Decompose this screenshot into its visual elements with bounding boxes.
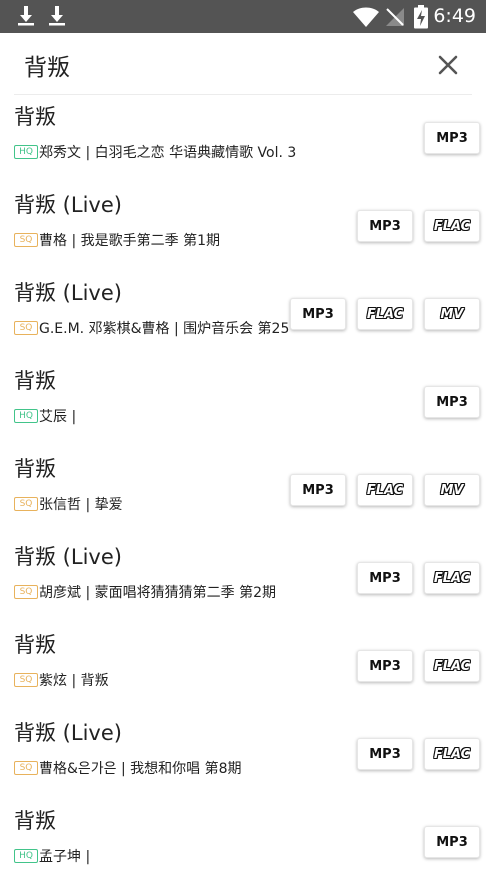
artist-album: 孟子坤 | bbox=[39, 849, 91, 865]
artist-album: 曹格 | 我是歌手第二季 第1期 bbox=[39, 233, 220, 249]
artist-album: 张信哲 | 挚爱 bbox=[39, 497, 123, 513]
download-buttons: MP3 FLAC bbox=[357, 562, 480, 594]
download-buttons: MP3 bbox=[424, 122, 480, 154]
quality-badge: HQ bbox=[14, 145, 38, 159]
download-buttons: MP3 bbox=[424, 386, 480, 418]
song-meta: HQ 艾辰 | bbox=[14, 407, 76, 425]
download-buttons: MP3 FLAC bbox=[357, 650, 480, 682]
flac-button[interactable]: FLAC bbox=[357, 474, 413, 506]
mv-button[interactable]: MV bbox=[424, 298, 480, 330]
quality-badge: SQ bbox=[14, 321, 38, 335]
artist-album: 郑秀文 | 白羽毛之恋 华语典藏情歌 Vol. 3 bbox=[39, 145, 297, 161]
song-title: 背叛 bbox=[14, 633, 56, 657]
result-row[interactable]: 背叛 HQ 孟子坤 | MP3 bbox=[0, 799, 486, 887]
song-title: 背叛 (Live) bbox=[14, 721, 122, 745]
result-row[interactable]: 背叛 SQ 张信哲 | 挚爱 MP3 FLAC MV bbox=[0, 447, 486, 535]
flac-button[interactable]: FLAC bbox=[424, 650, 480, 682]
song-meta: SQ 曹格&은가은 | 我想和你唱 第8期 bbox=[14, 759, 242, 777]
mp3-button[interactable]: MP3 bbox=[357, 738, 413, 770]
song-title: 背叛 bbox=[14, 457, 56, 481]
song-meta: SQ G.E.M. 邓紫棋&曹格 | 围炉音乐会 第25 bbox=[14, 319, 289, 337]
song-meta: SQ 胡彦斌 | 蒙面唱将猜猜猜第二季 第2期 bbox=[14, 583, 276, 601]
mp3-button[interactable]: MP3 bbox=[290, 298, 346, 330]
result-row[interactable]: 背叛 HQ 郑秀文 | 白羽毛之恋 华语典藏情歌 Vol. 3 MP3 bbox=[0, 95, 486, 183]
result-row[interactable]: 背叛 HQ 艾辰 | MP3 bbox=[0, 359, 486, 447]
song-meta: SQ 曹格 | 我是歌手第二季 第1期 bbox=[14, 231, 220, 249]
search-header: 背叛 bbox=[0, 33, 486, 95]
quality-badge: SQ bbox=[14, 497, 38, 511]
quality-badge: SQ bbox=[14, 585, 38, 599]
flac-button[interactable]: FLAC bbox=[424, 738, 480, 770]
artist-album: G.E.M. 邓紫棋&曹格 | 围炉音乐会 第25 bbox=[39, 321, 290, 337]
mv-button[interactable]: MV bbox=[424, 474, 480, 506]
result-row[interactable]: 背叛 SQ 紫炫 | 背叛 MP3 FLAC bbox=[0, 623, 486, 711]
song-title: 背叛 bbox=[14, 809, 56, 833]
quality-badge: HQ bbox=[14, 849, 38, 863]
download-buttons: MP3 FLAC MV bbox=[290, 474, 480, 506]
download-buttons: MP3 FLAC bbox=[357, 210, 480, 242]
download-buttons: MP3 FLAC MV bbox=[290, 298, 480, 330]
result-row[interactable]: 背叛 (Live) SQ 胡彦斌 | 蒙面唱将猜猜猜第二季 第2期 MP3 FLAC bbox=[0, 535, 486, 623]
result-row[interactable]: 背叛 (Live) SQ 曹格 | 我是歌手第二季 第1期 MP3 FLAC bbox=[0, 183, 486, 271]
artist-album: 艾辰 | bbox=[39, 409, 77, 425]
mp3-button[interactable]: MP3 bbox=[357, 650, 413, 682]
song-meta: HQ 郑秀文 | 白羽毛之恋 华语典藏情歌 Vol. 3 bbox=[14, 143, 296, 161]
flac-button[interactable]: FLAC bbox=[357, 298, 413, 330]
artist-album: 胡彦斌 | 蒙面唱将猜猜猜第二季 第2期 bbox=[39, 585, 276, 601]
artist-album: 曹格&은가은 | 我想和你唱 第8期 bbox=[39, 761, 242, 777]
quality-badge: SQ bbox=[14, 673, 38, 687]
song-meta: HQ 孟子坤 | bbox=[14, 847, 90, 865]
search-results-list: 背叛 HQ 郑秀文 | 白羽毛之恋 华语典藏情歌 Vol. 3 MP3 背叛 (Live… bbox=[0, 95, 486, 887]
result-row[interactable]: 背叛 (Live) SQ G.E.M. 邓紫棋&曹格 | 围炉音乐会 第25 MP3 F… bbox=[0, 271, 486, 359]
flac-button[interactable]: FLAC bbox=[424, 210, 480, 242]
mp3-button[interactable]: MP3 bbox=[290, 474, 346, 506]
quality-badge: SQ bbox=[14, 233, 38, 247]
artist-album: 紫炫 | 背叛 bbox=[39, 673, 109, 689]
flac-button[interactable]: FLAC bbox=[424, 562, 480, 594]
mp3-button[interactable]: MP3 bbox=[357, 210, 413, 242]
download-buttons: MP3 FLAC bbox=[357, 738, 480, 770]
song-title: 背叛 bbox=[14, 105, 56, 129]
song-title: 背叛 (Live) bbox=[14, 193, 122, 217]
status-time: 6:49 bbox=[433, 5, 476, 27]
result-row[interactable]: 背叛 (Live) SQ 曹格&은가은 | 我想和你唱 第8期 MP3 FLAC bbox=[0, 711, 486, 799]
quality-badge: SQ bbox=[14, 761, 38, 775]
download-icon bbox=[16, 5, 36, 27]
mp3-button[interactable]: MP3 bbox=[424, 122, 480, 154]
quality-badge: HQ bbox=[14, 409, 38, 423]
song-title: 背叛 (Live) bbox=[14, 281, 122, 305]
status-bar: 6:49 bbox=[0, 0, 486, 33]
mp3-button[interactable]: MP3 bbox=[357, 562, 413, 594]
search-query[interactable]: 背叛 bbox=[24, 48, 70, 82]
song-meta: SQ 紫炫 | 背叛 bbox=[14, 671, 109, 689]
song-title: 背叛 bbox=[14, 369, 56, 393]
download-icon bbox=[47, 5, 67, 27]
song-meta: SQ 张信哲 | 挚爱 bbox=[14, 495, 123, 513]
close-icon[interactable] bbox=[434, 51, 462, 79]
mp3-button[interactable]: MP3 bbox=[424, 386, 480, 418]
mp3-button[interactable]: MP3 bbox=[424, 826, 480, 858]
download-buttons: MP3 bbox=[424, 826, 480, 858]
song-title: 背叛 (Live) bbox=[14, 545, 122, 569]
